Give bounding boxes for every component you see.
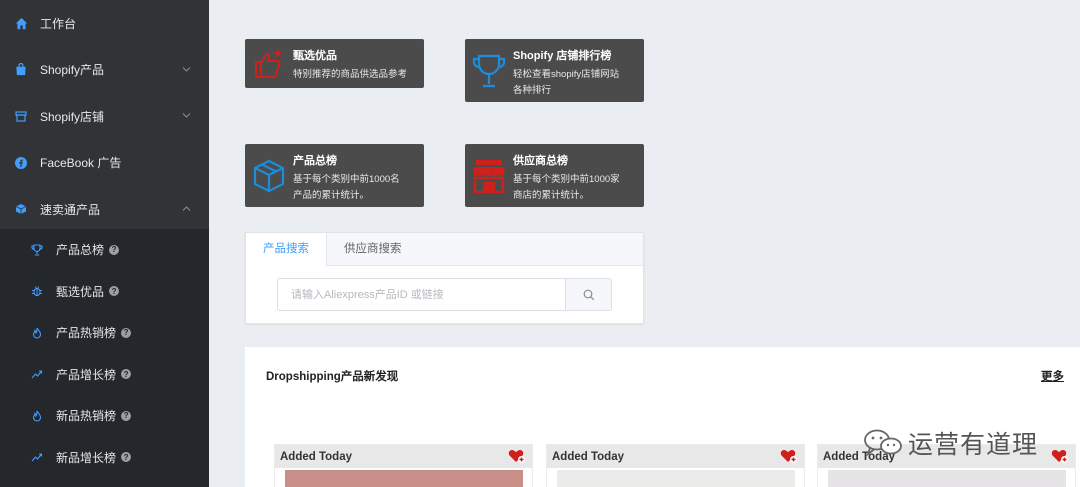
sub-label: 新品热销榜 <box>56 409 117 424</box>
cube-icon <box>245 144 293 207</box>
discover-panel: Dropshipping产品新发现 更多 Added Today Added T… <box>245 347 1080 487</box>
thumbs-up-icon <box>245 39 293 88</box>
watermark: 运营有道理 <box>862 425 1038 461</box>
product-image <box>285 470 523 487</box>
product-card[interactable]: Added Today <box>546 444 805 487</box>
sub-item-product-hot[interactable]: 产品热销榜 ? <box>0 312 209 354</box>
help-icon[interactable]: ? <box>109 244 120 255</box>
search-tabs: 产品搜索 供应商搜索 <box>246 233 643 267</box>
chevron-down-icon <box>182 111 191 122</box>
chevron-up-icon <box>182 204 191 215</box>
trophy-icon <box>465 39 513 102</box>
trophy-icon <box>30 243 44 257</box>
fire-icon <box>30 326 44 340</box>
help-icon[interactable]: ? <box>109 286 120 297</box>
card-selected-products[interactable]: 甄选优品 特别推荐的商品供选品参考 <box>245 39 424 88</box>
nav-item-facebook-ads[interactable]: FaceBook 广告 <box>0 140 209 187</box>
sub-item-product-total[interactable]: 产品总榜 ? <box>0 229 209 271</box>
card-title: 产品总榜 <box>293 155 337 167</box>
search-button[interactable] <box>565 278 612 311</box>
sub-label: 甄选优品 <box>56 284 105 299</box>
sub-item-new-growth[interactable]: 新品增长榜 ? <box>0 437 209 479</box>
card-desc: 特别推荐的商品供选品参考 <box>293 69 408 80</box>
card-product-total[interactable]: 产品总榜 基于每个类别中前1000名 产品的累计统计。 <box>245 144 424 207</box>
search-input[interactable] <box>277 278 565 311</box>
card-shopify-ranking[interactable]: Shopify 店铺排行榜 轻松查看shopify店铺网站 各种排行 <box>465 39 644 102</box>
card-title: 供应商总榜 <box>513 155 568 167</box>
sub-label: 产品热销榜 <box>56 326 117 341</box>
tab-product-search[interactable]: 产品搜索 <box>246 233 327 267</box>
sub-item-product-growth[interactable]: 产品增长榜 ? <box>0 354 209 396</box>
card-supplier-total[interactable]: 供应商总榜 基于每个类别中前1000家 商店的累计统计。 <box>465 144 644 207</box>
help-icon[interactable]: ? <box>121 369 132 380</box>
more-link[interactable]: 更多 <box>1041 368 1064 384</box>
box-icon <box>14 202 28 216</box>
product-card[interactable]: Added Today <box>274 444 533 487</box>
watermark-text: 运营有道理 <box>908 430 1039 459</box>
bug-icon <box>30 284 44 298</box>
home-icon <box>14 16 28 30</box>
aliexpress-submenu: 产品总榜 ? 甄选优品 ? 产品热销榜 ? 产品增长榜 ? 新品热销榜 ? 新品… <box>0 229 209 487</box>
discover-title: Dropshipping产品新发现 <box>266 371 399 383</box>
tab-supplier-search[interactable]: 供应商搜索 <box>327 233 419 265</box>
search-panel: 产品搜索 供应商搜索 <box>245 232 644 324</box>
product-image <box>828 470 1066 487</box>
card-desc: 轻松查看shopify店铺网站 <box>513 69 620 80</box>
trend-icon <box>30 367 44 381</box>
nav-label: Shopify店铺 <box>40 109 105 124</box>
card-desc: 产品的累计统计。 <box>293 190 370 201</box>
bag-icon <box>14 63 28 77</box>
fire-icon <box>30 409 44 423</box>
sub-label: 新品增长榜 <box>56 450 117 465</box>
sub-label: 产品增长榜 <box>56 367 117 382</box>
nav-item-workbench[interactable]: 工作台 <box>0 0 209 47</box>
nav-label: Shopify产品 <box>40 63 105 78</box>
card-desc: 基于每个类别中前1000家 <box>513 174 620 185</box>
search-icon <box>583 289 594 300</box>
sub-item-new-hot[interactable]: 新品热销榜 ? <box>0 395 209 437</box>
sub-item-selected[interactable]: 甄选优品 ? <box>0 271 209 313</box>
sidebar: 工作台 Shopify产品 Shopify店铺 FaceBook 广告 速卖通产… <box>0 0 209 487</box>
nav-label: 速卖通产品 <box>40 202 101 217</box>
help-icon[interactable]: ? <box>121 452 132 463</box>
shop-icon <box>465 144 513 207</box>
nav-label: 工作台 <box>40 16 77 31</box>
card-title: 甄选优品 <box>293 50 337 62</box>
nav-item-shopify-products[interactable]: Shopify产品 <box>0 47 209 94</box>
sub-label: 产品总榜 <box>56 243 105 258</box>
trend-icon <box>30 450 44 464</box>
card-desc: 各种排行 <box>513 85 552 96</box>
card-desc: 基于每个类别中前1000名 <box>293 174 400 185</box>
help-icon[interactable]: ? <box>121 327 132 338</box>
chevron-down-icon <box>182 64 191 75</box>
product-added-label: Added Today <box>552 451 624 463</box>
product-added-label: Added Today <box>280 451 352 463</box>
wechat-icon <box>864 429 902 457</box>
nav-item-aliexpress-products[interactable]: 速卖通产品 <box>0 186 209 233</box>
card-desc: 商店的累计统计。 <box>513 190 590 201</box>
store-icon <box>14 109 28 123</box>
help-icon[interactable]: ? <box>121 410 132 421</box>
nav-item-shopify-stores[interactable]: Shopify店铺 <box>0 93 209 140</box>
product-image <box>557 470 795 487</box>
facebook-icon <box>14 156 28 170</box>
nav-label: FaceBook 广告 <box>40 156 122 171</box>
card-title: Shopify 店铺排行榜 <box>513 50 612 62</box>
